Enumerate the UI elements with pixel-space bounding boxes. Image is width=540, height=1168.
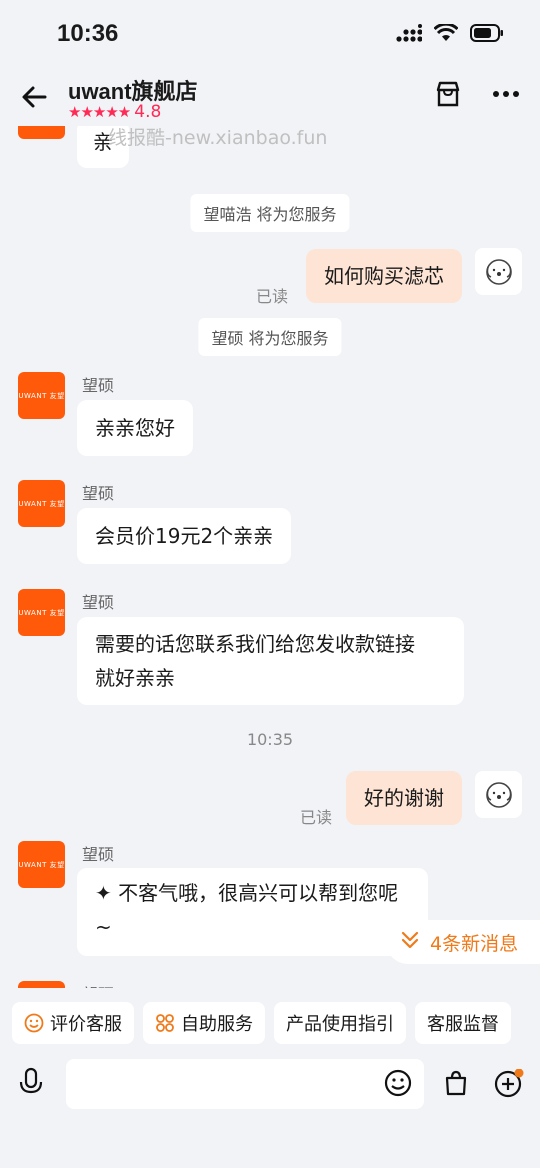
watermark-text: 线报酷-new.xianbao.fun <box>108 127 328 149</box>
smile-icon <box>24 1013 44 1033</box>
voice-icon[interactable] <box>18 1067 44 1101</box>
store-rating: ★★★★★ 4.8 <box>68 102 161 122</box>
message-bubble[interactable]: ✦ 不客气哦，很高兴可以帮到您呢~ <box>77 868 428 956</box>
store-avatar: UWANT 友望 <box>18 981 65 988</box>
rate-service-button[interactable]: 评价客服 <box>12 1002 134 1044</box>
battery-icon <box>470 24 504 46</box>
status-time: 10:36 <box>57 20 119 47</box>
system-notice: 望喵浩 将为您服务 <box>190 194 350 232</box>
my-message-bubble[interactable]: 如何购买滤芯 <box>306 249 462 303</box>
shop-icon[interactable] <box>434 80 462 112</box>
user-avatar <box>475 248 522 295</box>
message-bubble[interactable]: 亲亲您好 <box>77 400 193 456</box>
bag-icon[interactable] <box>442 1069 470 1101</box>
signal-icon <box>396 24 423 46</box>
dog-avatar-icon <box>485 258 512 285</box>
quick-actions: 评价客服 自助服务 产品使用指引 客服监督 <box>12 1002 540 1046</box>
message-bubble[interactable]: 会员价19元2个亲亲 <box>77 508 292 564</box>
more-icon[interactable] <box>492 84 520 108</box>
message-input[interactable] <box>66 1059 424 1109</box>
user-avatar <box>475 771 522 818</box>
store-avatar: UWANT 友望 <box>18 126 65 139</box>
my-message-bubble[interactable]: 好的谢谢 <box>346 771 462 825</box>
chevron-double-down-icon <box>400 930 420 955</box>
status-bar: 10:36 <box>0 0 540 70</box>
store-avatar: UWANT 友望 <box>18 480 65 527</box>
chat-list[interactable]: UWANT 友望 亲 线报酷-new.xianbao.fun 望喵浩 将为您服务… <box>0 126 540 988</box>
self-service-button[interactable]: 自助服务 <box>143 1002 265 1044</box>
back-arrow-icon[interactable] <box>18 80 52 114</box>
emoji-icon[interactable] <box>384 1069 412 1101</box>
rating-stars: ★★★★★ <box>68 103 131 121</box>
status-icons <box>396 22 504 46</box>
system-notice: 望硕 将为您服务 <box>198 318 342 356</box>
sender-name: 望硕 <box>82 376 115 395</box>
new-messages-button[interactable]: 4条新消息 <box>386 920 540 964</box>
plus-icon[interactable] <box>494 1068 524 1103</box>
message-line: 需要的话您联系我们给您发收款链接 <box>95 632 415 656</box>
store-avatar: UWANT 友望 <box>18 372 65 419</box>
time-divider: 10:35 <box>246 730 294 749</box>
read-status: 已读 <box>256 287 289 306</box>
sender-name: 望硕 <box>82 981 114 988</box>
service-supervision-button[interactable]: 客服监督 <box>415 1002 511 1044</box>
product-guide-button[interactable]: 产品使用指引 <box>274 1002 406 1044</box>
input-bar <box>0 1055 540 1111</box>
message-line: 就好亲亲 <box>95 666 175 690</box>
grid-icon <box>155 1013 175 1033</box>
sender-name: 望硕 <box>82 593 115 612</box>
store-avatar: UWANT 友望 <box>18 589 65 636</box>
sender-name: 望硕 <box>82 484 115 503</box>
wifi-icon <box>433 22 459 46</box>
new-messages-label: 4条新消息 <box>430 932 519 955</box>
chat-header: uwant旗舰店 ★★★★★ 4.8 <box>0 70 540 126</box>
dog-avatar-icon <box>485 781 512 808</box>
store-avatar: UWANT 友望 <box>18 841 65 888</box>
message-bubble[interactable]: 需要的话您联系我们给您发收款链接 就好亲亲 <box>77 617 464 705</box>
sender-name: 望硕 <box>82 845 115 864</box>
rating-value: 4.8 <box>134 102 162 122</box>
read-status: 已读 <box>300 808 333 827</box>
